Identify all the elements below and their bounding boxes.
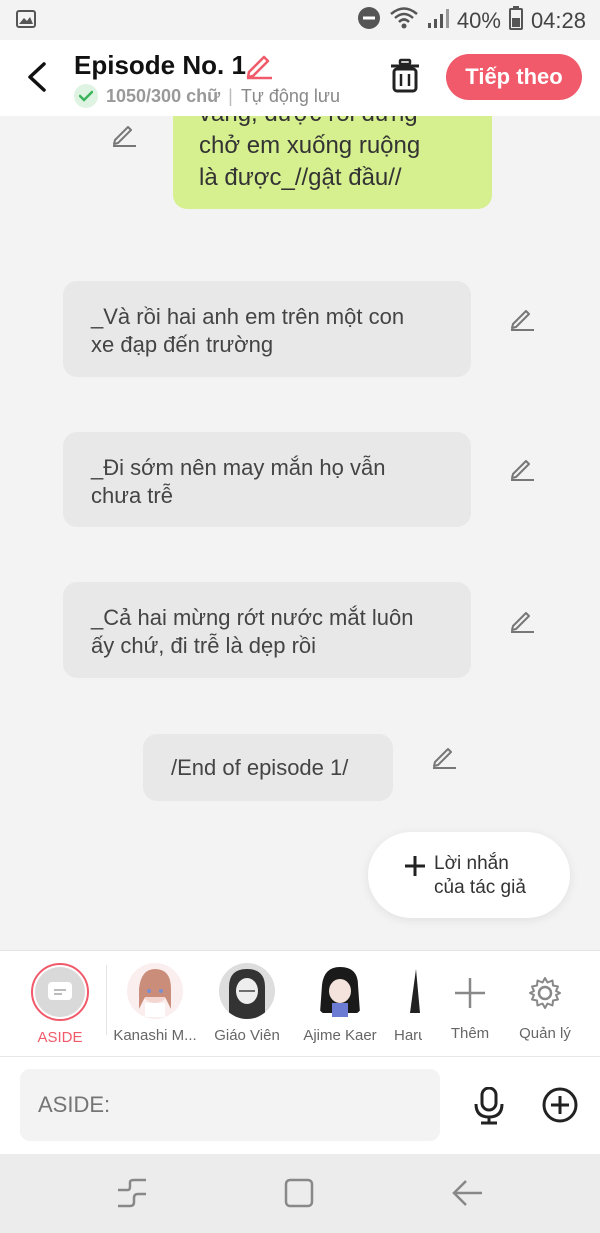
pencil-icon <box>246 55 272 80</box>
back-icon[interactable] <box>452 1178 484 1213</box>
wifi-icon <box>389 6 419 36</box>
character-kanashi[interactable]: Kanashi M... <box>110 963 200 1044</box>
character-name: Ajime Kaer <box>303 1027 377 1044</box>
check-icon <box>74 84 98 108</box>
chat-area[interactable]: vâng, được rồi đừng chở em xuống ruộng l… <box>0 116 600 950</box>
message-line: _Đi sớm nên may mắn họ vẫn <box>91 455 386 480</box>
subline-separator: | <box>228 85 233 106</box>
character-giao-vien[interactable]: Giáo Viên <box>202 963 292 1044</box>
message-line: là được_//gật đầu// <box>199 164 402 191</box>
character-aside[interactable]: ASIDE <box>15 963 105 1046</box>
character-name: Giáo Viên <box>214 1027 280 1044</box>
clock: 04:28 <box>530 8 586 33</box>
gallery-notification-icon <box>16 10 36 33</box>
status-bar: 40% 04:28 <box>0 0 600 40</box>
message-line: ấy chứ, đi trễ là dẹp rồi <box>91 633 317 658</box>
do-not-disturb-icon <box>357 6 381 36</box>
character-name: ASIDE <box>37 1029 83 1046</box>
autosave-label: Tự động lưu <box>240 85 340 106</box>
episode-title: Episode No. 1 <box>74 50 246 80</box>
edit-message-icon[interactable] <box>110 120 138 148</box>
author-note-label: của tác giả <box>434 877 526 898</box>
character-bar: ASIDE Kanashi M... Giáo Viên Ajime Kaer … <box>0 950 600 1056</box>
edit-message-icon[interactable] <box>508 304 536 332</box>
home-icon[interactable] <box>284 1178 314 1213</box>
microphone-icon[interactable] <box>472 1086 506 1130</box>
gear-icon <box>500 965 590 1021</box>
message-line: vâng, được rồi đừng <box>199 116 466 130</box>
plus-icon <box>404 852 426 884</box>
edit-title-button[interactable] <box>244 50 274 85</box>
end-of-episode-bubble[interactable]: /End of episode 1/ <box>143 734 393 801</box>
message-line: chở em xuống ruộng <box>199 132 421 159</box>
message-line: xe đạp đến trường <box>91 332 274 357</box>
manage-characters-button[interactable]: Quản lý <box>500 965 590 1042</box>
next-button[interactable]: Tiếp theo <box>446 54 582 100</box>
author-note-button[interactable]: Lời nhắn của tác giả <box>368 832 570 918</box>
char-count: 1050/300 chữ <box>106 85 221 106</box>
back-button[interactable] <box>22 58 52 94</box>
delete-button[interactable] <box>388 58 422 99</box>
avatar <box>396 963 422 1019</box>
message-line: chưa trễ <box>91 483 173 508</box>
divider <box>106 965 107 1035</box>
signal-icon <box>427 7 449 35</box>
aside-avatar-icon <box>35 967 85 1017</box>
character-ajime[interactable]: Ajime Kaer <box>295 963 385 1044</box>
edit-message-icon[interactable] <box>508 454 536 482</box>
manage-label: Quản lý <box>519 1025 571 1042</box>
chevron-left-icon <box>28 62 46 92</box>
edit-message-icon[interactable] <box>430 742 458 770</box>
character-name: Haru <box>394 1027 422 1044</box>
battery-icon <box>508 6 523 36</box>
dialogue-bubble[interactable]: vâng, được rồi đừng chở em xuống ruộng l… <box>173 116 492 209</box>
message-line: _Và rồi hai anh em trên một con <box>91 304 405 329</box>
add-circle-icon[interactable] <box>542 1087 578 1128</box>
message-line: /End of episode 1/ <box>171 755 349 780</box>
character-name: Kanashi M... <box>113 1027 197 1044</box>
avatar <box>127 963 183 1019</box>
recent-apps-icon[interactable] <box>116 1178 148 1213</box>
composer-bar <box>0 1056 600 1154</box>
character-haru[interactable]: Haru <box>388 963 422 1044</box>
avatar <box>312 963 368 1019</box>
avatar <box>219 963 275 1019</box>
system-navigation-bar <box>0 1154 600 1233</box>
message-input[interactable] <box>20 1069 440 1141</box>
narration-bubble[interactable]: _Đi sớm nên may mắn họ vẫn chưa trễ <box>63 432 471 527</box>
episode-header: Episode No. 1 1050/300 chữ | Tự động lưu… <box>0 40 600 116</box>
author-note-label: Lời nhắn <box>434 853 509 874</box>
edit-message-icon[interactable] <box>508 606 536 634</box>
narration-bubble[interactable]: _Và rồi hai anh em trên một con xe đạp đ… <box>63 281 471 377</box>
narration-bubble[interactable]: _Cả hai mừng rớt nước mắt luôn ấy chứ, đ… <box>63 582 471 678</box>
battery-percent: 40% <box>456 8 501 33</box>
trash-icon <box>391 58 419 93</box>
message-line: _Cả hai mừng rớt nước mắt luôn <box>91 605 414 630</box>
